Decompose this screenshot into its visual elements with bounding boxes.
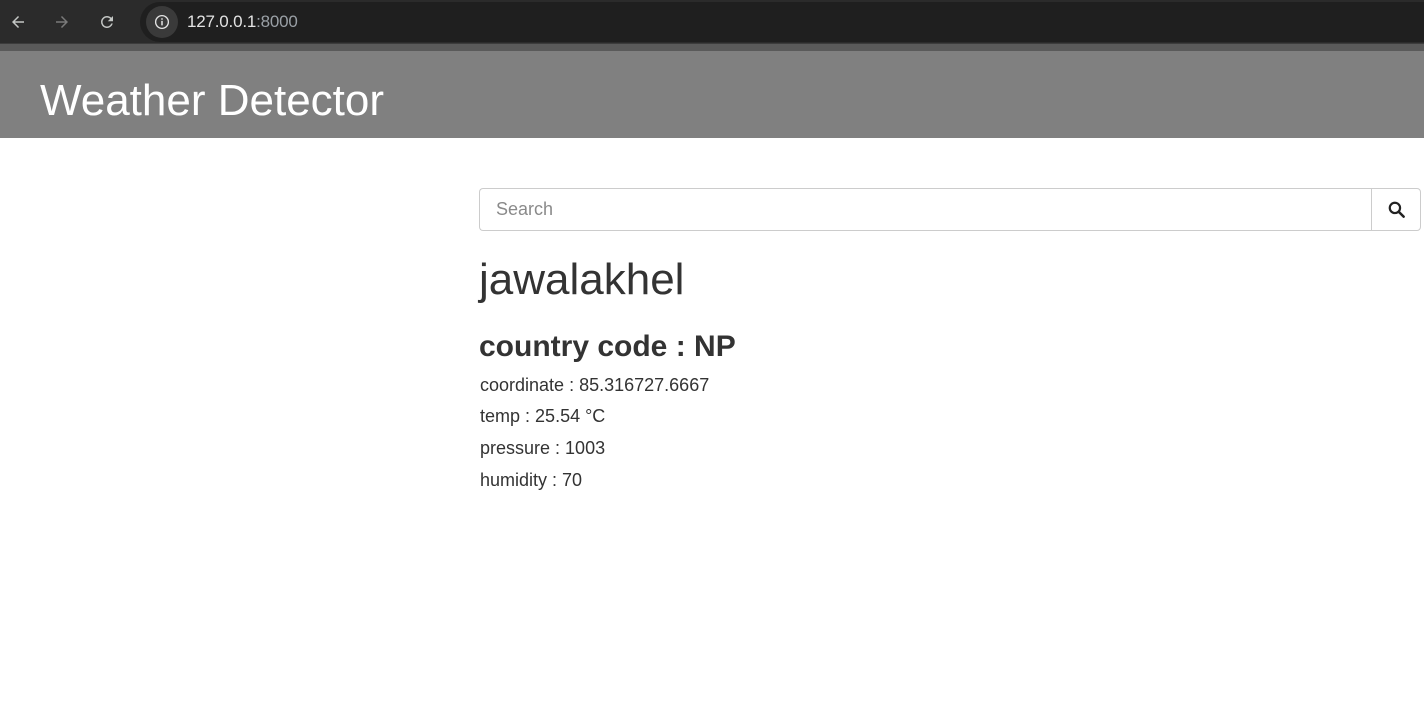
url-port: :8000	[256, 12, 298, 31]
url-text[interactable]: 127.0.0.1:8000	[187, 12, 298, 32]
url-host: 127.0.0.1	[187, 12, 257, 31]
humidity-label: humidity	[480, 470, 548, 490]
search-button[interactable]	[1371, 188, 1421, 231]
search-icon	[1388, 201, 1405, 218]
pressure-value: 1003	[565, 438, 606, 458]
address-bar[interactable]: 127.0.0.1:8000	[140, 2, 1424, 42]
city-name: jawalakhel	[479, 255, 685, 304]
temperature-label: temp	[480, 406, 521, 426]
temperature-value: 25.54 °C	[535, 406, 606, 426]
humidity-value: 70	[562, 470, 583, 490]
coordinate-label: coordinate	[480, 375, 565, 395]
country-code-value: NP	[694, 330, 736, 363]
country-code-heading: country code : NP	[479, 330, 736, 363]
app-header: Weather Detector	[0, 51, 1424, 138]
reload-icon	[100, 15, 113, 28]
coordinate-value: 85.316727.6667	[579, 375, 710, 395]
forward-button[interactable]	[46, 6, 78, 38]
search-form	[479, 188, 1421, 231]
humidity-line: humidity : 70	[480, 470, 583, 490]
arrow-left-icon	[12, 16, 24, 28]
arrow-right-icon	[56, 16, 68, 28]
pressure-label: pressure	[480, 438, 551, 458]
reload-button[interactable]	[91, 6, 123, 38]
pressure-line: pressure : 1003	[480, 438, 606, 458]
search-input[interactable]	[479, 188, 1371, 231]
browser-toolbar: 127.0.0.1:8000	[0, 0, 1424, 44]
info-icon	[154, 14, 170, 30]
temperature-line: temp : 25.54 °C	[480, 406, 606, 426]
coordinate-line: coordinate : 85.316727.6667	[480, 375, 710, 395]
country-code-label: country code	[479, 330, 668, 363]
back-button[interactable]	[2, 6, 34, 38]
site-info-button[interactable]	[146, 6, 178, 38]
page-top-strip	[0, 44, 1424, 51]
app-title: Weather Detector	[40, 76, 385, 125]
